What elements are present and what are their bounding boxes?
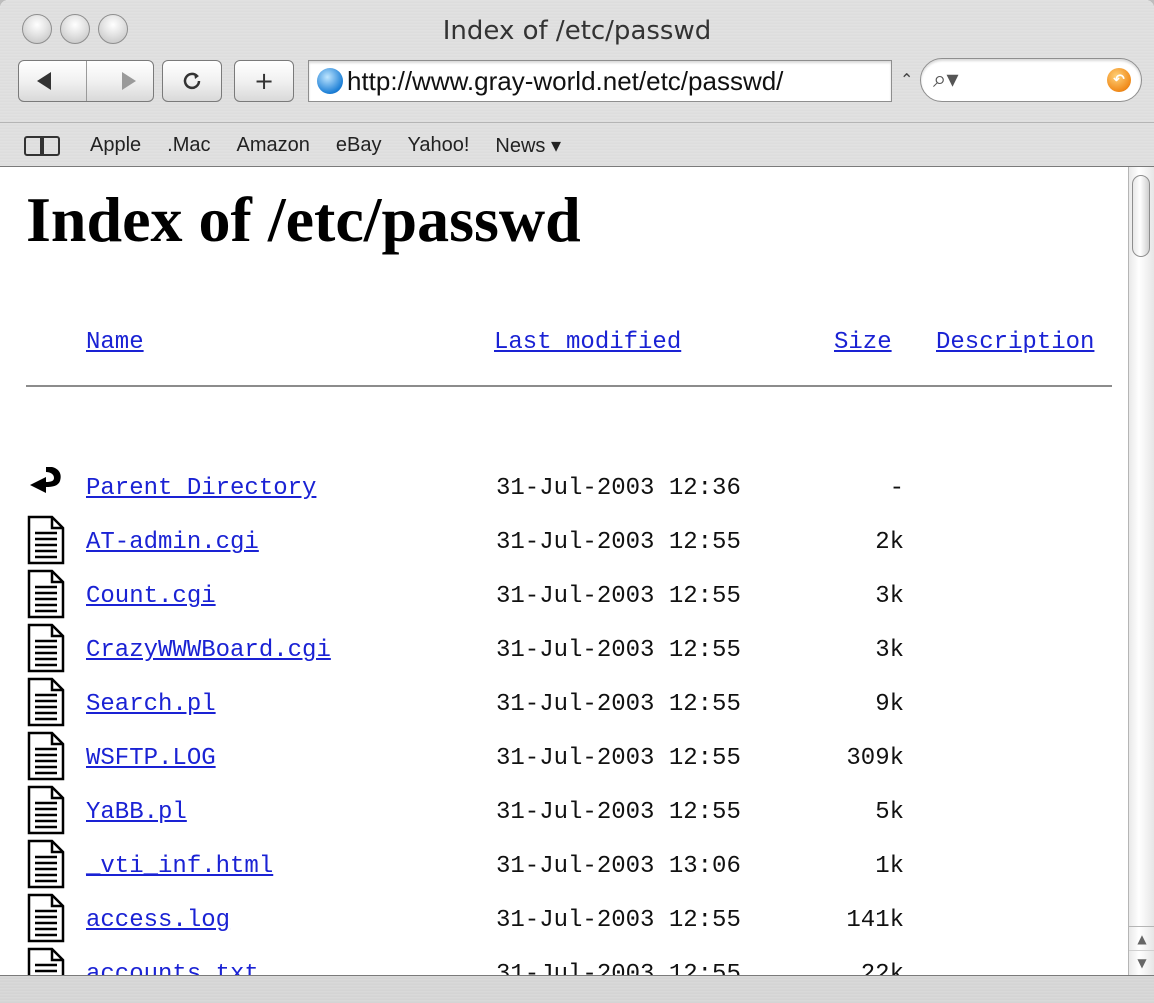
document-icon [27,569,65,619]
column-header-size[interactable]: Size [834,329,892,356]
address-bar[interactable]: http://www.gray-world.net/etc/passwd/ [308,60,892,102]
file-modified: 31-Jul-2003 12:55 [496,583,741,610]
document-icon [27,515,65,565]
bookmarks-book-icon[interactable] [22,134,62,156]
file-size: 309k [846,745,904,772]
file-modified: 31-Jul-2003 12:55 [496,529,741,556]
scroll-down-arrow-icon[interactable]: ▼ [1129,950,1154,975]
vertical-scrollbar[interactable]: ▲ ▼ [1128,167,1154,975]
file-size: 5k [875,799,904,826]
file-modified: 31-Jul-2003 12:55 [496,745,741,772]
table-row: CrazyWWWBoard.cgi 31-Jul-2003 12:55 3k [0,623,1128,679]
bookmark-news-menu[interactable]: News ▾ [495,133,561,158]
browser-window: Index of /etc/passwd + http://www.gray-w… [0,0,1154,1003]
file-link[interactable]: AT-admin.cgi [86,529,259,556]
file-modified: 31-Jul-2003 12:55 [496,637,741,664]
file-modified: 31-Jul-2003 13:06 [496,853,741,880]
document-icon [27,839,65,889]
search-icon: ⌕▾ [933,65,959,93]
bookmark-apple[interactable]: Apple [90,134,141,157]
file-link[interactable]: Count.cgi [86,583,216,610]
column-header-description[interactable]: Description [936,329,1094,356]
file-link[interactable]: WSFTP.LOG [86,745,216,772]
file-link[interactable]: accounts.txt [86,961,259,975]
document-icon [27,677,65,727]
table-row: Search.pl 31-Jul-2003 12:55 9k [0,677,1128,733]
file-modified: 31-Jul-2003 12:55 [496,799,741,826]
back-forward-control [18,60,154,102]
window-title: Index of /etc/passwd [442,16,712,46]
table-row: Parent Directory 31-Jul-2003 12:36 - [0,463,1128,517]
address-input[interactable]: http://www.gray-world.net/etc/passwd/ [347,66,783,97]
reload-icon [183,72,201,90]
file-link[interactable]: Search.pl [86,691,216,718]
file-size: 3k [875,637,904,664]
table-row: access.log 31-Jul-2003 12:55 141k [0,893,1128,949]
snapback-icon[interactable]: ↶ [1107,68,1131,92]
header-divider [26,385,1112,387]
table-row: Count.cgi 31-Jul-2003 12:55 3k [0,569,1128,625]
table-row: AT-admin.cgi 31-Jul-2003 12:55 2k [0,515,1128,571]
file-modified: 31-Jul-2003 12:55 [496,691,741,718]
status-bar [0,975,1154,1003]
table-row: WSFTP.LOG 31-Jul-2003 12:55 309k [0,731,1128,787]
page-content: Index of /etc/passwd Name Last modified … [0,167,1128,975]
file-size: 2k [875,529,904,556]
bookmark-yahoo[interactable]: Yahoo! [407,134,469,157]
document-icon [27,947,65,975]
file-modified: 31-Jul-2003 12:55 [496,961,741,975]
file-size: 3k [875,583,904,610]
forward-arrow-icon[interactable] [121,72,136,90]
document-icon [27,785,65,835]
file-link[interactable]: Parent Directory [86,475,316,502]
table-row: accounts.txt 31-Jul-2003 12:55 22k [0,947,1128,975]
file-size: 1k [875,853,904,880]
file-link[interactable]: YaBB.pl [86,799,187,826]
add-bookmark-icon: + [253,67,275,95]
back-arrow-icon [30,467,61,493]
reload-button[interactable] [162,60,222,102]
file-link[interactable]: CrazyWWWBoard.cgi [86,637,331,664]
file-size: 9k [875,691,904,718]
file-link[interactable]: access.log [86,907,230,934]
toolbar: Index of /etc/passwd + http://www.gray-w… [0,0,1154,167]
bookmarks-bar: Apple .Mac Amazon eBay Yahoo! News ▾ [0,122,1154,167]
bookmark-ebay[interactable]: eBay [336,134,382,157]
document-icon [27,623,65,673]
globe-icon [317,68,343,94]
file-size: 22k [860,961,904,975]
bookmark-amazon[interactable]: Amazon [237,134,310,157]
file-modified: 31-Jul-2003 12:55 [496,907,741,934]
table-row: _vti_inf.html 31-Jul-2003 13:06 1k [0,839,1128,895]
back-arrow-icon[interactable] [36,72,51,90]
search-field[interactable]: ⌕▾ ↶ [920,58,1142,102]
document-icon [27,893,65,943]
file-link[interactable]: _vti_inf.html [86,853,273,880]
page-title: Index of /etc/passwd [26,184,581,255]
scrollbar-thumb[interactable] [1132,175,1150,257]
file-size: - [889,475,904,502]
column-header-last-modified[interactable]: Last modified [494,329,681,356]
column-header-name[interactable]: Name [86,329,144,356]
address-resize-handle[interactable]: ⌃ [900,70,913,89]
divider [85,61,87,101]
add-bookmark-button[interactable]: + [234,60,294,102]
table-row: YaBB.pl 31-Jul-2003 12:55 5k [0,785,1128,841]
bookmark-mac[interactable]: .Mac [167,134,210,157]
file-size: 141k [846,907,904,934]
file-modified: 31-Jul-2003 12:36 [496,475,741,502]
scroll-up-arrow-icon[interactable]: ▲ [1129,926,1154,951]
document-icon [27,731,65,781]
